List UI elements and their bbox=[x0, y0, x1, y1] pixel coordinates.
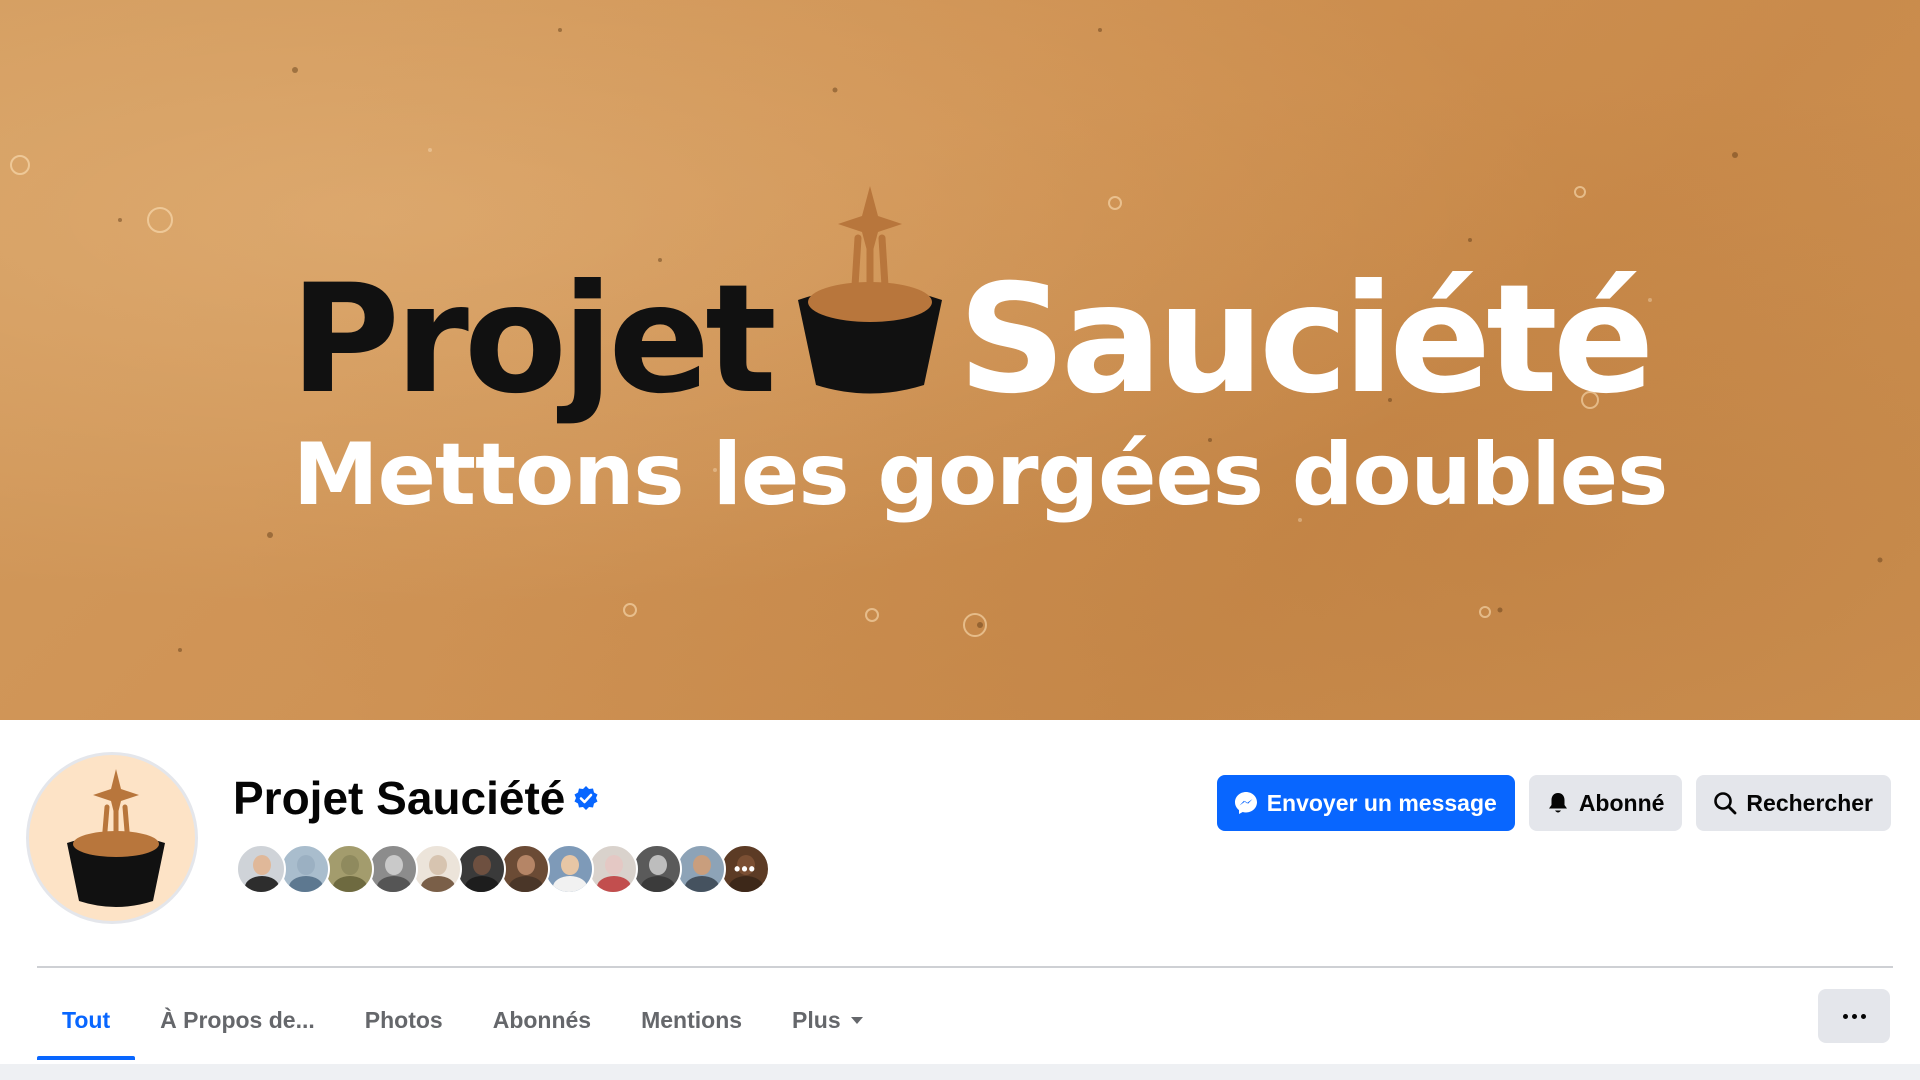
following-button[interactable]: Abonné bbox=[1528, 775, 1683, 831]
sauce-pot-logo-icon bbox=[67, 769, 165, 907]
cover-photo[interactable]: Projet Sauciété Mettons les gorgées doub… bbox=[0, 0, 1920, 720]
tab-label: Tout bbox=[62, 1006, 111, 1033]
caret-down-icon bbox=[850, 1016, 863, 1024]
cover-tagline: Mettons les gorgées doubles bbox=[293, 425, 1668, 525]
follower-avatar[interactable] bbox=[544, 844, 594, 894]
follower-avatar[interactable] bbox=[456, 844, 506, 894]
tab-label: Abonnés bbox=[492, 1006, 592, 1033]
sauce-pot-icon bbox=[798, 186, 942, 394]
search-button[interactable]: Rechercher bbox=[1696, 775, 1891, 831]
tab-2[interactable]: Photos bbox=[340, 980, 468, 1060]
page-name-row: Projet Sauciété bbox=[233, 770, 599, 826]
page-avatar[interactable] bbox=[26, 752, 198, 924]
action-buttons: Envoyer un message Abonné Rechercher bbox=[1216, 775, 1891, 831]
feed-background bbox=[0, 1064, 1920, 1080]
follower-avatar[interactable] bbox=[588, 844, 638, 894]
follower-avatar[interactable] bbox=[632, 844, 682, 894]
tab-label: Photos bbox=[364, 1006, 443, 1033]
follower-avatar[interactable] bbox=[412, 844, 462, 894]
tab-0[interactable]: Tout bbox=[37, 980, 136, 1060]
page-title: Projet Sauciété bbox=[233, 772, 566, 824]
verified-badge-icon bbox=[574, 786, 598, 810]
cover-logo-word-1: Projet bbox=[290, 253, 777, 427]
tab-3[interactable]: Abonnés bbox=[468, 980, 616, 1060]
follower-avatar[interactable] bbox=[324, 844, 374, 894]
follower-avatar[interactable] bbox=[500, 844, 550, 894]
tab-label: À Propos de... bbox=[160, 1006, 315, 1033]
bell-icon bbox=[1548, 793, 1567, 813]
follower-avatar[interactable] bbox=[676, 844, 726, 894]
tab-1[interactable]: À Propos de... bbox=[135, 980, 340, 1060]
more-horizontal-icon bbox=[1842, 1013, 1848, 1019]
more-followers-icon: ••• bbox=[734, 858, 756, 879]
tab-5[interactable]: Plus bbox=[767, 980, 888, 1060]
tab-4[interactable]: Mentions bbox=[616, 980, 767, 1060]
follower-avatar[interactable] bbox=[368, 844, 418, 894]
send-message-label: Envoyer un message bbox=[1266, 789, 1497, 816]
following-label: Abonné bbox=[1578, 789, 1665, 816]
tab-label: Plus bbox=[792, 1006, 841, 1033]
tab-label: Mentions bbox=[641, 1006, 743, 1033]
messenger-icon bbox=[1234, 792, 1257, 814]
followers-avatars[interactable]: ••• bbox=[236, 844, 770, 896]
cover-logo-word-2: Sauciété bbox=[958, 253, 1655, 427]
search-icon bbox=[1714, 792, 1737, 815]
header-divider bbox=[37, 966, 1893, 968]
send-message-button[interactable]: Envoyer un message bbox=[1216, 775, 1515, 831]
follower-avatar[interactable]: ••• bbox=[720, 844, 770, 894]
follower-avatar[interactable] bbox=[280, 844, 330, 894]
more-options-button[interactable] bbox=[1818, 989, 1890, 1043]
search-label: Rechercher bbox=[1746, 789, 1873, 816]
cover-logo: Projet Sauciété Mettons les gorgées doub… bbox=[0, 0, 1920, 720]
follower-avatar[interactable] bbox=[236, 844, 286, 894]
profile-tabs: Tout À Propos de... Photos Abonnés Mentions P… bbox=[37, 980, 888, 1060]
